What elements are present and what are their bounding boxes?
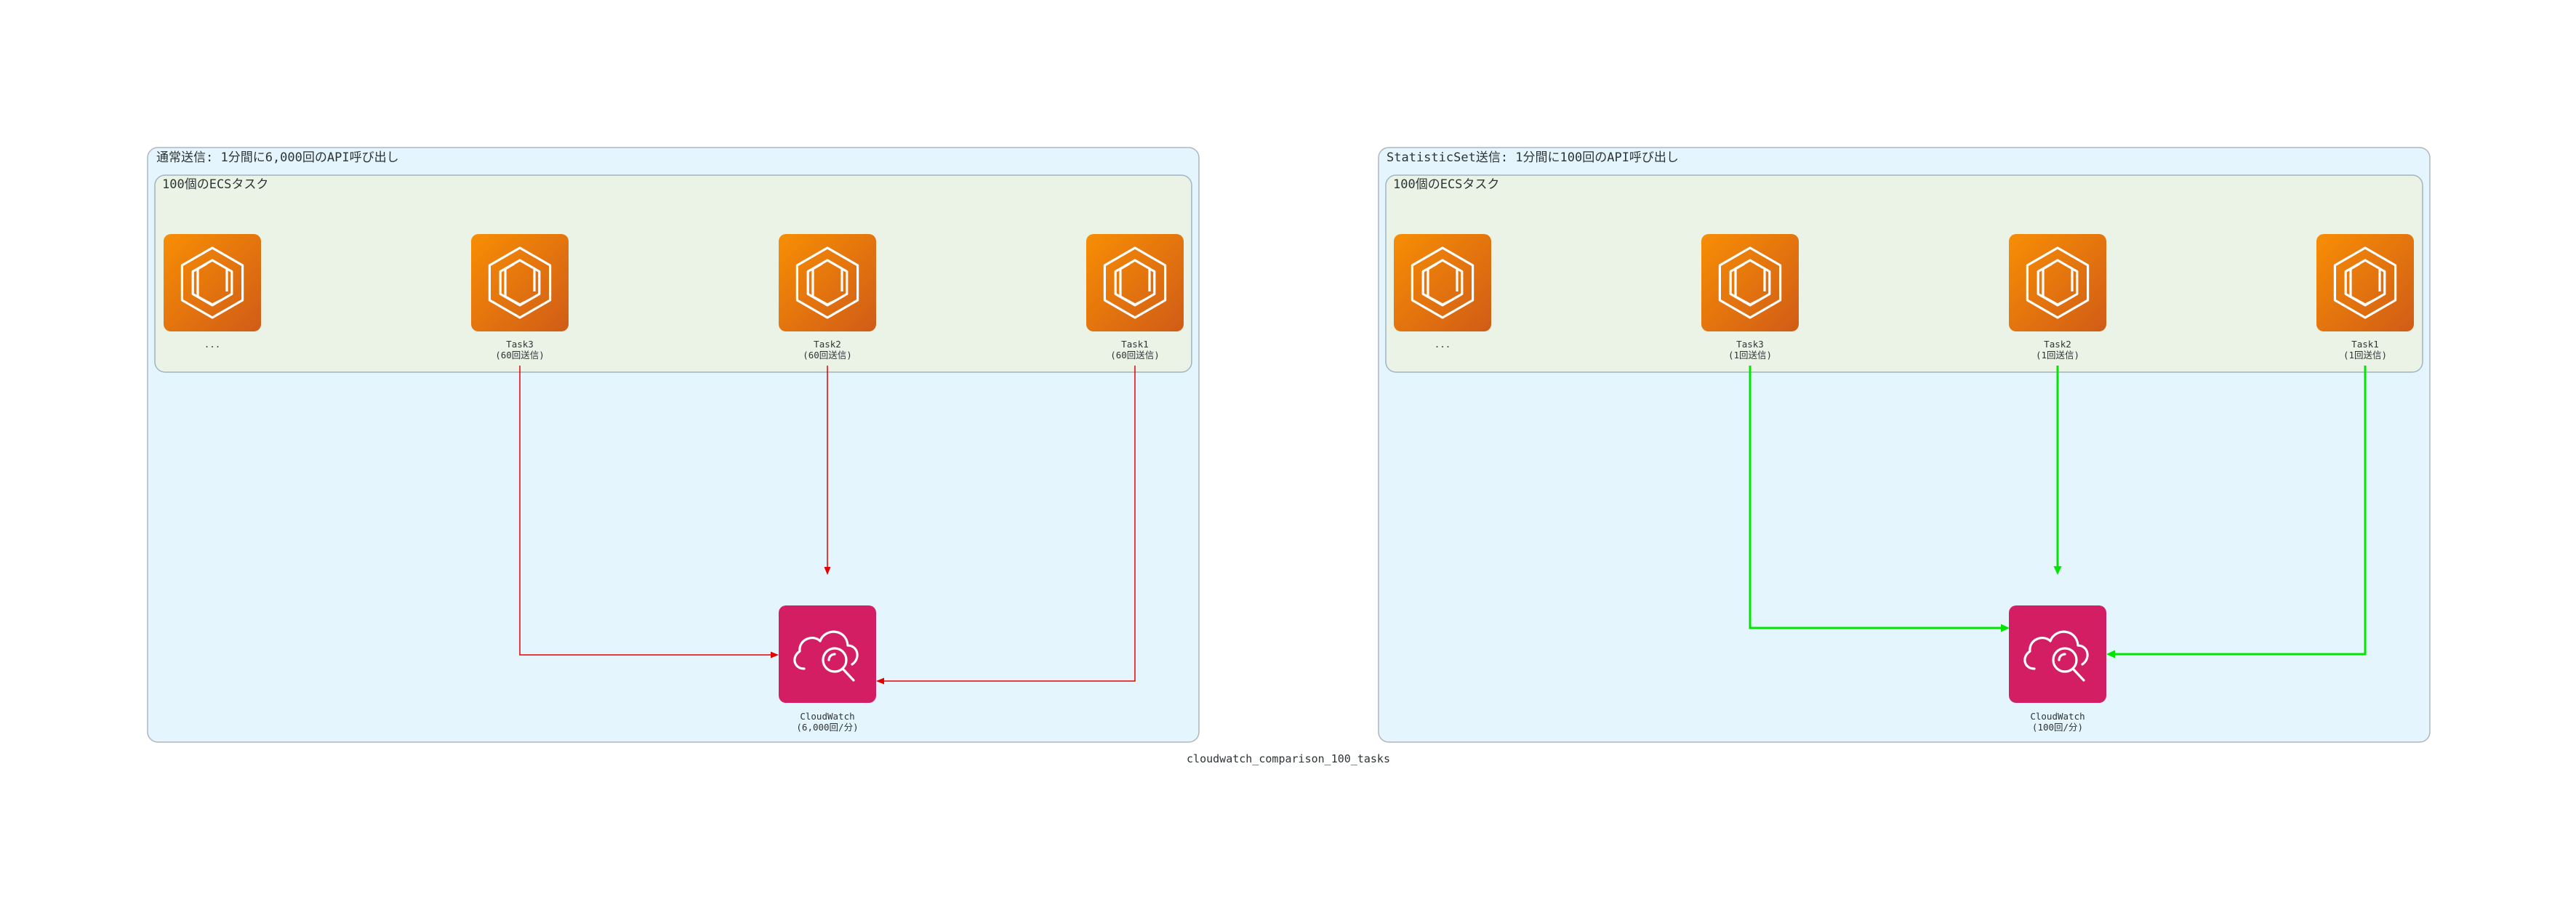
task-label-line1: Task3 [506,339,534,350]
task-label-line1: Task1 [2351,339,2379,350]
task-label-line2: (1回送信) [2343,350,2387,361]
task-label-line2: (60回送信) [1110,350,1160,361]
cluster-normal-inner-label: 100個のECSタスク [162,177,268,192]
cloudwatch-icon-bg [2009,605,2106,703]
cloudwatch-label-line1: CloudWatch [2030,711,2085,722]
cloudwatch-label-line2: (6,000回/分) [796,722,858,733]
task-label-line1: ... [1435,339,1451,350]
cluster-statisticset-send: StatisticSet送信: 1分間に100回のAPI呼び出し 100個のEC… [1378,147,2431,743]
architecture-diagram: 通常送信: 1分間に6,000回のAPI呼び出し 100個のECSタスク ...… [147,147,2431,765]
cluster-statisticset-label: StatisticSet送信: 1分間に100回のAPI呼び出し [1387,150,1679,165]
diagram-title: cloudwatch_comparison_100_tasks [1187,752,1390,765]
cloudwatch-label-line2: (100回/分) [2032,722,2083,733]
cluster-normal-send: 通常送信: 1分間に6,000回のAPI呼び出し 100個のECSタスク ...… [147,147,1200,743]
task-label-line2: (60回送信) [803,350,852,361]
task-label-line2: (1回送信) [1728,350,1772,361]
cluster-statisticset-inner-label: 100個のECSタスク [1393,177,1499,192]
task-label-line1: Task2 [2044,339,2071,350]
task-label-line1: Task1 [1121,339,1149,350]
cluster-normal-inner-ecs [154,174,1192,373]
cluster-statisticset-inner-ecs [1385,174,2423,373]
task-label-line2: (1回送信) [2036,350,2079,361]
cloudwatch-label-line1: CloudWatch [800,711,854,722]
cloudwatch-icon-bg [779,605,876,703]
task-label-line1: Task2 [814,339,841,350]
task-label-line1: ... [204,339,221,350]
cluster-normal-label: 通常送信: 1分間に6,000回のAPI呼び出し [156,150,399,165]
task-label-line1: Task3 [1736,339,1764,350]
task-label-line2: (60回送信) [495,350,545,361]
